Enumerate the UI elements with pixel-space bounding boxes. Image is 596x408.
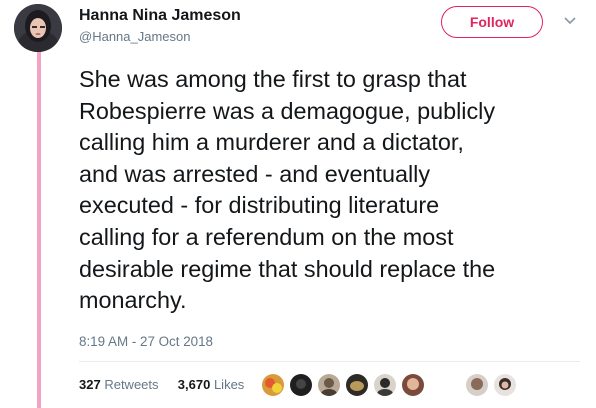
liker-avatar-icon bbox=[466, 374, 488, 396]
tweet-text-line: She was among the first to grasp that bbox=[79, 66, 467, 92]
tweet-text: She was among the first to grasp that Ro… bbox=[79, 64, 589, 317]
liker-avatar-icon bbox=[262, 374, 284, 396]
retweets-label[interactable]: Retweets bbox=[104, 377, 158, 392]
follow-button[interactable]: Follow bbox=[441, 6, 543, 38]
tweet-text-line: desirable regime that should replace the bbox=[79, 255, 496, 282]
thread-line bbox=[37, 48, 41, 408]
liker-avatar-icon bbox=[346, 374, 368, 396]
liker-avatar-icon bbox=[402, 374, 424, 396]
likes-label[interactable]: Likes bbox=[214, 377, 244, 392]
liker-avatar-icon bbox=[318, 374, 340, 396]
tweet-timestamp[interactable]: 8:19 AM - 27 Oct 2018 bbox=[79, 334, 213, 349]
liker-avatar-icon bbox=[290, 374, 312, 396]
liker-avatar-icon bbox=[494, 374, 516, 396]
tweet-text-line: and was arrested - and eventually bbox=[79, 160, 431, 187]
tweet-text-line: Robespierre was a demagogue, publicly bbox=[79, 97, 496, 124]
liker-avatar-5[interactable] bbox=[374, 374, 396, 396]
tweet-card: Hanna Nina Jameson @Hanna_Jameson Follow… bbox=[0, 0, 596, 408]
liker-avatar-4[interactable] bbox=[346, 374, 368, 396]
chevron-down-icon[interactable] bbox=[563, 16, 577, 26]
likes-count[interactable]: 3,670 bbox=[178, 377, 211, 392]
liker-avatar-3[interactable] bbox=[318, 374, 340, 396]
liker-avatar-6[interactable] bbox=[402, 374, 424, 396]
author-display-name[interactable]: Hanna Nina Jameson bbox=[79, 7, 241, 25]
liker-avatar-8[interactable] bbox=[494, 374, 516, 396]
liker-avatar-7[interactable] bbox=[466, 374, 488, 396]
profile-photo-icon bbox=[14, 4, 62, 52]
liker-avatar-icon bbox=[374, 374, 396, 396]
author-avatar[interactable] bbox=[14, 4, 62, 52]
liker-avatar-1[interactable] bbox=[262, 374, 284, 396]
tweet-text-line: executed - for distributing literature bbox=[79, 192, 440, 219]
liker-avatar-2[interactable] bbox=[290, 374, 312, 396]
tweet-text-line: calling him a murderer and a dictator, bbox=[79, 129, 464, 156]
tweet-text-line: monarchy. bbox=[79, 287, 187, 314]
tweet-text-line: calling for a referendum on the most bbox=[79, 223, 454, 250]
tweet-stats: 327 Retweets 3,670 Likes bbox=[79, 377, 244, 392]
retweets-count[interactable]: 327 bbox=[79, 377, 101, 392]
author-handle[interactable]: @Hanna_Jameson bbox=[79, 29, 190, 44]
stats-divider bbox=[79, 361, 580, 362]
